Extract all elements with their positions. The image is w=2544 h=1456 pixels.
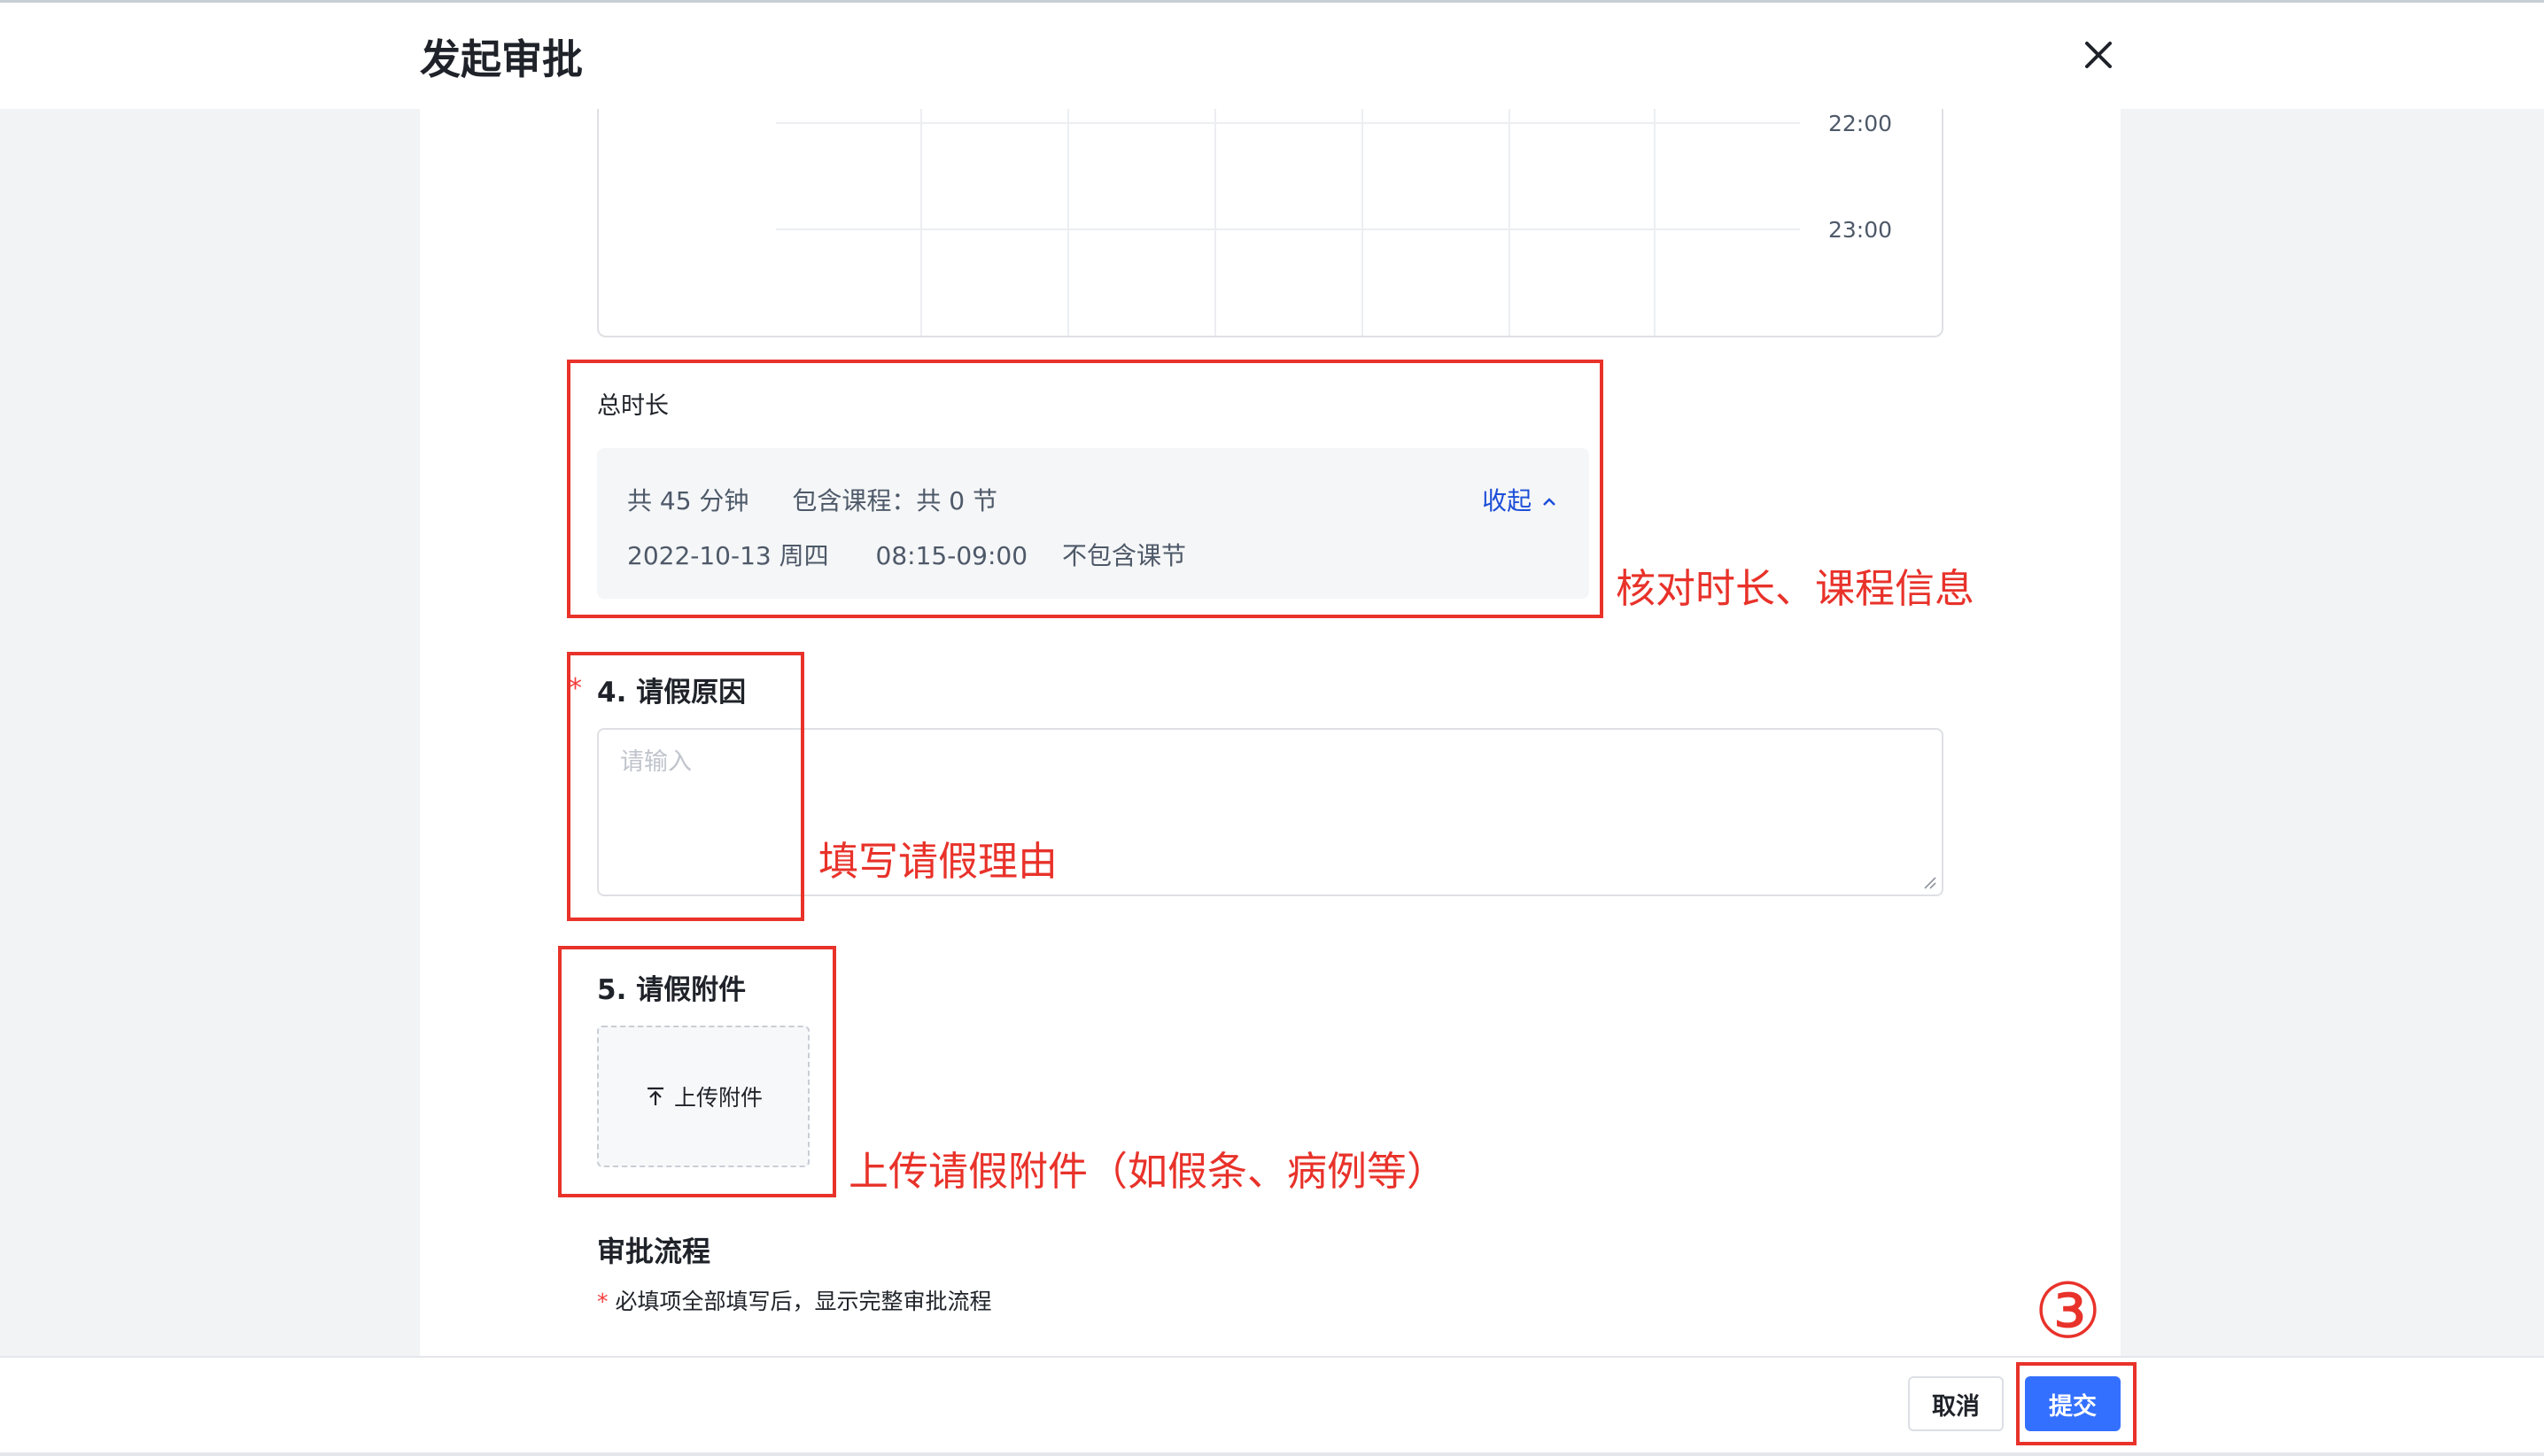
dialog-title: 发起审批	[420, 35, 583, 83]
close-icon[interactable]	[2076, 33, 2121, 77]
annotation-attachment: 上传请假附件（如假条、病例等）	[849, 1148, 1447, 1195]
annotation-box-duration	[567, 360, 1603, 618]
annotation-reason: 填写请假理由	[818, 838, 1059, 885]
cancel-button[interactable]: 取消	[1908, 1376, 2004, 1431]
annotation-duration: 核对时长、课程信息	[1616, 565, 1975, 612]
calendar-grid	[776, 109, 1800, 336]
schedule-calendar: 22:00 23:00	[597, 109, 1943, 337]
approval-flow-note: * 必填项全部填写后，显示完整审批流程	[597, 1284, 992, 1316]
resize-handle-icon[interactable]	[1922, 875, 1936, 889]
approval-flow-title: 审批流程	[597, 1235, 711, 1268]
dialog-header: 发起审批	[0, 3, 2544, 109]
footer-bottom-border	[0, 1452, 2544, 1456]
annotation-box-reason	[567, 652, 804, 921]
dialog-footer	[0, 1356, 2544, 1456]
annotation-box-submit	[2016, 1362, 2137, 1445]
approval-flow-note-text: 必填项全部填写后，显示完整审批流程	[615, 1289, 992, 1314]
annotation-box-attachment	[558, 946, 836, 1197]
time-label-22: 22:00	[1828, 111, 1893, 136]
annotation-step-number: ③	[2034, 1267, 2103, 1356]
required-mark: *	[597, 1289, 609, 1314]
time-label-23: 23:00	[1828, 217, 1893, 243]
